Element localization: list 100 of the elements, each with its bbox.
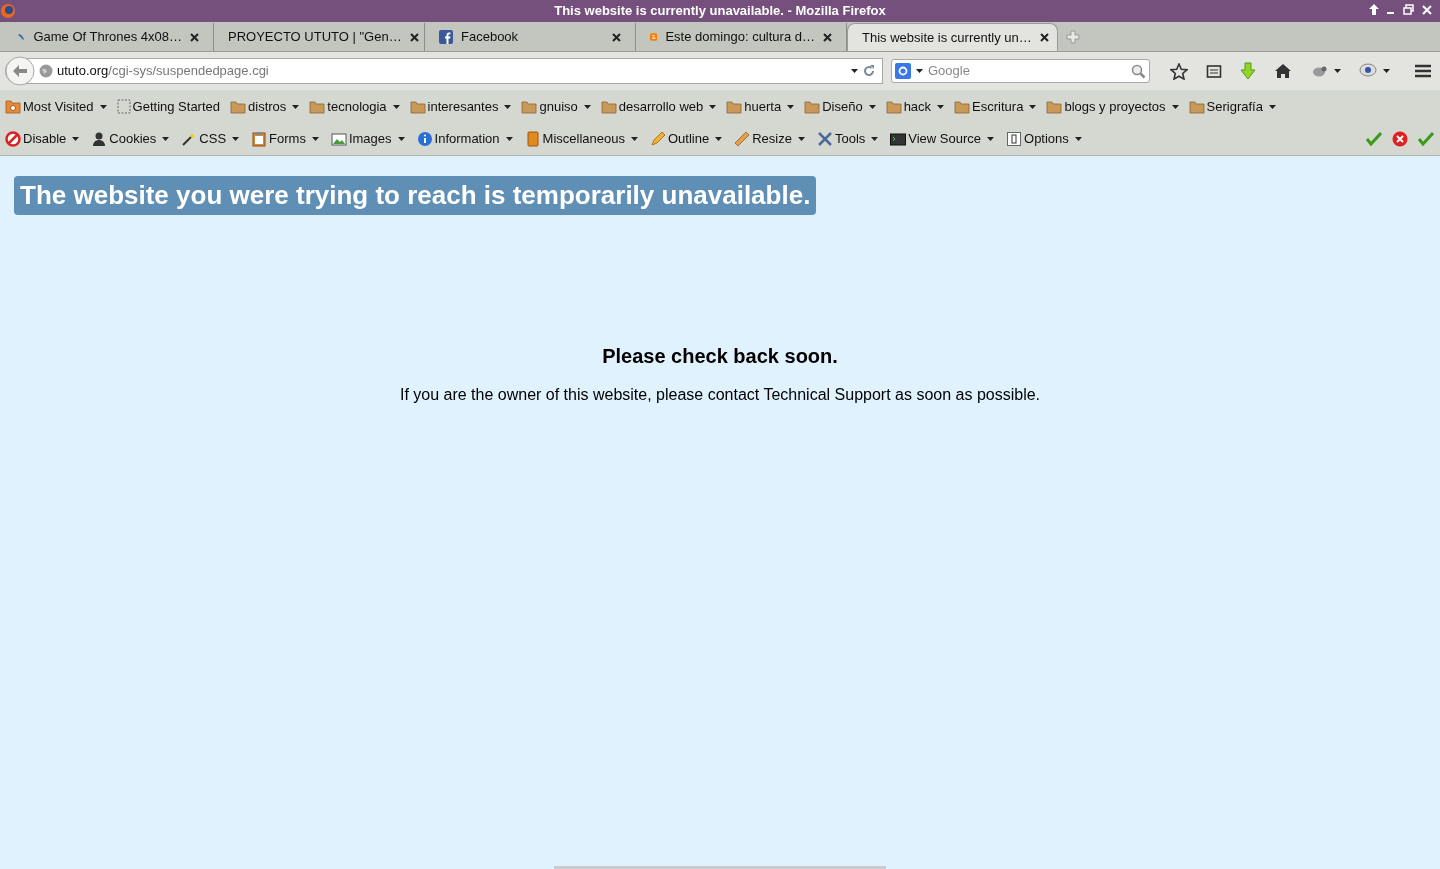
folder-icon (409, 99, 426, 114)
caret-icon (787, 104, 795, 109)
caret-icon (72, 137, 80, 141)
caret-icon (232, 137, 240, 141)
bookmark-item[interactable]: Escritura (954, 96, 1037, 117)
person-icon (91, 131, 108, 147)
facebook-icon (439, 30, 453, 44)
bookmark-item[interactable]: tecnologia (309, 96, 400, 117)
bookmark-item[interactable]: Getting Started (116, 96, 221, 117)
developer-menu[interactable]: Resize (734, 129, 805, 149)
scrollbar[interactable] (554, 866, 886, 869)
bookmark-item[interactable]: hack (885, 96, 945, 117)
close-tab-icon[interactable] (612, 32, 621, 42)
folder-icon (600, 99, 617, 114)
browser-tab[interactable]: Facebook (425, 23, 636, 51)
caret-icon (392, 104, 400, 109)
home-icon[interactable] (1274, 63, 1292, 79)
developer-menu[interactable]: Options (1006, 129, 1082, 149)
developer-menu[interactable]: Cookies (91, 129, 170, 149)
folder-icon (954, 99, 971, 114)
reload-icon[interactable] (862, 64, 876, 78)
caret-icon (1171, 104, 1179, 109)
caret-icon (1029, 104, 1037, 109)
back-icon[interactable] (5, 56, 35, 86)
caret-icon (871, 137, 879, 141)
close-tab-icon[interactable] (409, 32, 419, 42)
caret-icon (1383, 69, 1390, 73)
caret-icon (715, 137, 723, 141)
bookmark-item[interactable]: distros (230, 96, 300, 117)
folder-icon (521, 99, 538, 114)
close-tab-icon[interactable] (1039, 33, 1049, 42)
google-icon (895, 63, 911, 79)
caret-icon (99, 104, 107, 109)
globe-icon (39, 64, 53, 78)
info-icon (416, 131, 433, 147)
browser-tab[interactable]: Game Of Thrones 4x08… (3, 23, 214, 51)
terminal-icon (890, 131, 907, 147)
bookmark-item[interactable]: huerta (726, 96, 795, 117)
folder-search-icon (5, 99, 21, 114)
developer-menu[interactable]: Forms (251, 129, 319, 149)
page-message: If you are the owner of this website, please contact Technical Support as soon as possible. (399, 385, 1041, 405)
image-icon (330, 131, 347, 147)
tools-icon (816, 131, 833, 147)
caret-icon (292, 104, 300, 109)
developer-menu[interactable]: CSS (181, 129, 240, 149)
search-icon[interactable] (1131, 63, 1146, 79)
checkmark-icon (1418, 132, 1434, 146)
bookmark-item[interactable]: blogs y proyectos (1046, 96, 1179, 117)
search-field[interactable]: Google (891, 59, 1150, 83)
star-icon[interactable] (1170, 62, 1188, 80)
address-field[interactable]: ututo.org/cgi-sys/suspendedpage.cgi (5, 58, 883, 84)
bookmark-item[interactable]: interesantes (409, 96, 512, 117)
caret-icon (916, 69, 923, 73)
close-icon[interactable] (1422, 4, 1432, 15)
browser-tab[interactable]: This website is currently un… (847, 23, 1058, 51)
caret-icon (987, 137, 995, 141)
checkmark-icon (1366, 132, 1382, 146)
developer-menu[interactable]: Miscellaneous (524, 129, 638, 149)
developer-menu[interactable]: Information (416, 129, 513, 149)
caret-icon (162, 137, 170, 141)
bookmark-item[interactable]: Most Visited (5, 96, 107, 117)
bookmark-item[interactable]: gnuiso (521, 96, 591, 117)
developer-menu[interactable]: Tools (816, 129, 879, 149)
options-icon (1006, 131, 1023, 147)
menu-icon[interactable] (1414, 64, 1432, 78)
arrow-up-icon[interactable] (1369, 4, 1379, 15)
developer-menu[interactable]: Outline (649, 129, 723, 149)
folder-icon (726, 99, 743, 114)
bookmarks-list-icon[interactable] (1206, 63, 1222, 79)
blogger-icon (650, 30, 658, 44)
url-text: ututo.org/cgi-sys/suspendedpage.cgi (57, 62, 270, 81)
caret-icon (868, 104, 876, 109)
bookmark-item[interactable]: desarrollo web (600, 96, 717, 117)
browser-tab[interactable]: PROYECTO UTUTO | "Gen… (214, 23, 425, 51)
developer-menu[interactable]: Disable (5, 129, 80, 149)
developer-menu[interactable]: View Source (890, 129, 995, 149)
caret-icon (797, 137, 805, 141)
folder-icon (230, 99, 247, 114)
close-tab-icon[interactable] (823, 32, 832, 42)
ruler-icon (734, 131, 751, 147)
page-heading: Please check back soon. (602, 344, 838, 369)
page-icon (116, 99, 131, 114)
prohibited-icon (5, 131, 21, 147)
restore-icon[interactable] (1403, 4, 1414, 15)
search-input[interactable]: Google (928, 61, 1126, 81)
folder-icon (1046, 99, 1063, 114)
folder-icon (804, 99, 821, 114)
folder-icon (309, 99, 326, 114)
developer-menu[interactable]: Images (330, 129, 405, 149)
caret-icon (583, 104, 591, 109)
caret-icon (1334, 69, 1341, 73)
caret-icon (1268, 104, 1276, 109)
bookmark-item[interactable]: Diseño (804, 96, 876, 117)
folder-icon (1188, 99, 1205, 114)
bookmark-item[interactable]: Serigrafía (1188, 96, 1276, 117)
pencil-icon (649, 131, 666, 147)
caret-icon (851, 69, 858, 73)
banner-title: The website you were trying to reach is temporarily unavailable. (14, 176, 817, 215)
close-tab-icon[interactable] (190, 32, 199, 42)
folder-icon (885, 99, 902, 114)
